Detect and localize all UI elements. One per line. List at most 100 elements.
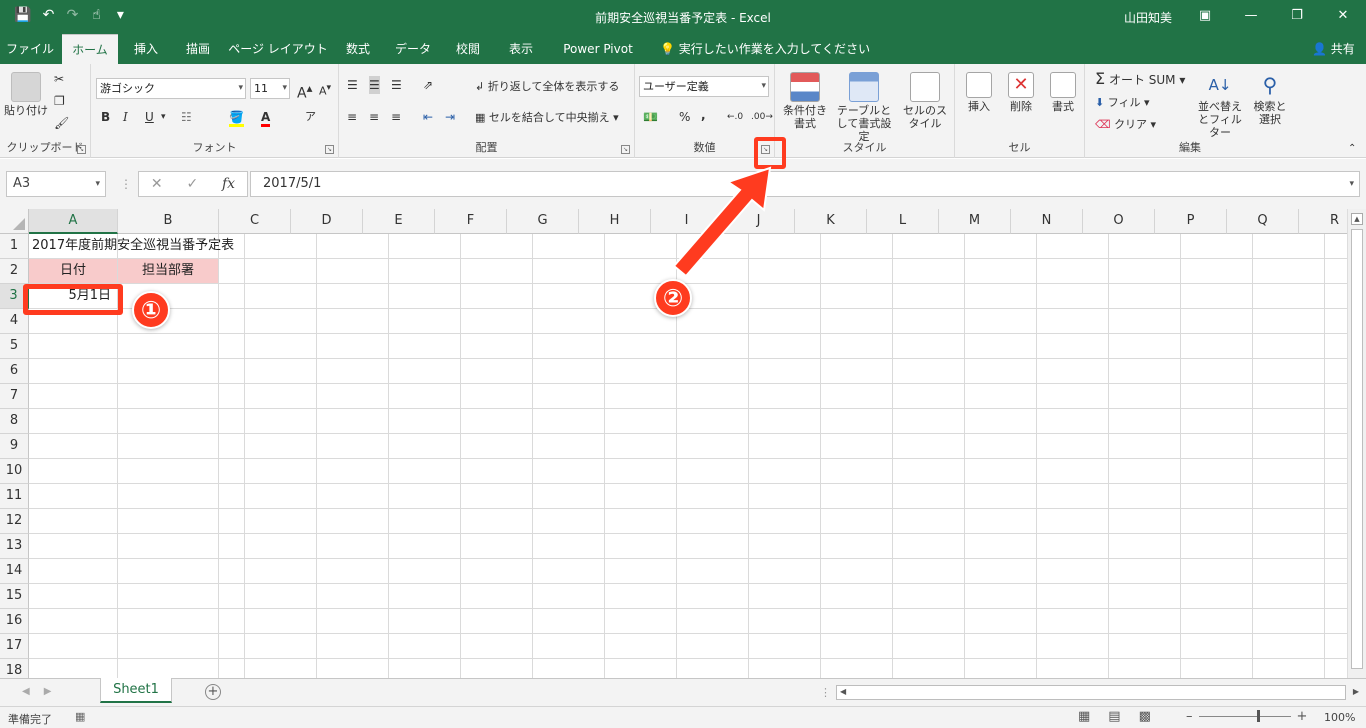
format-cells-button[interactable]: 書式 [1043,72,1083,113]
cancel-entry-icon[interactable]: ✕ [151,176,163,192]
percent-button[interactable]: % [679,108,690,126]
sheet-nav-arrows-icon[interactable]: ◀▶ [22,686,65,697]
column-header-a[interactable]: A [29,209,118,234]
phonetic-icon[interactable]: ア [305,108,316,126]
formula-bar-grip-icon[interactable]: ⋮ [120,177,132,191]
tab-draw[interactable]: 描画 [176,34,220,64]
tab-data[interactable]: データ [388,34,438,64]
share-button[interactable]: 👤 共有 [1312,34,1355,64]
confirm-entry-icon[interactable]: ✓ [186,176,198,192]
cut-icon[interactable]: ✂ [54,70,64,88]
underline-button[interactable]: U [145,108,154,126]
horizontal-scrollbar[interactable]: ◀ ▶ [836,685,1359,700]
cell-a2[interactable]: 日付 [29,259,117,283]
clipboard-launcher-icon[interactable]: ↘ [77,145,86,154]
underline-dropdown-icon[interactable]: ▾ [161,108,166,126]
tab-home[interactable]: ホーム [62,34,118,64]
merge-center-button[interactable]: ▦ セルを結合して中央揃え ▾ [475,109,619,127]
borders-icon[interactable]: ☷ [181,108,192,126]
row-header-10[interactable]: 10 [0,459,29,484]
column-header-p[interactable]: P [1155,209,1227,234]
fill-button[interactable]: ⬇ フィル ▾ [1095,94,1150,112]
italic-button[interactable]: I [123,108,128,126]
font-color-button[interactable]: A [261,108,271,127]
scroll-left-icon[interactable]: ◀ [840,687,846,696]
autosum-button[interactable]: Σ オート SUM ▾ [1095,70,1185,89]
user-name[interactable]: 山田知美 [1124,9,1172,26]
row-header-5[interactable]: 5 [0,334,29,359]
alignment-launcher-icon[interactable]: ↘ [621,145,630,154]
normal-view-icon[interactable]: ▦ [1078,709,1090,724]
row-header-13[interactable]: 13 [0,534,29,559]
shrink-font-button[interactable]: A▾ [319,79,331,101]
ribbon-display-icon[interactable]: ▣ [1182,0,1228,32]
zoom-out-icon[interactable]: – [1186,709,1193,724]
copy-icon[interactable]: ❐ [54,92,65,110]
font-size-select[interactable]: 11 ▾ [250,78,290,99]
tab-review[interactable]: 校閲 [446,34,490,64]
tab-page-layout[interactable]: ページ レイアウト [228,34,328,64]
column-header-d[interactable]: D [291,209,363,234]
page-layout-view-icon[interactable]: ▤ [1108,709,1120,724]
column-header-m[interactable]: M [939,209,1011,234]
minimize-icon[interactable]: — [1228,0,1274,32]
row-header-17[interactable]: 17 [0,634,29,659]
conditional-formatting-button[interactable]: 条件付き書式 [779,72,831,130]
scroll-right-icon[interactable]: ▶ [1353,687,1359,696]
orientation-icon[interactable]: ⇗ [423,76,433,94]
column-header-c[interactable]: C [219,209,291,234]
macro-record-icon[interactable]: ▦ [75,710,85,723]
sort-filter-button[interactable]: A↓ 並べ替えとフィルター [1193,72,1247,139]
row-header-14[interactable]: 14 [0,559,29,584]
zoom-track[interactable] [1198,710,1291,722]
column-header-e[interactable]: E [363,209,435,234]
tab-split-grip-icon[interactable]: ⋮ [820,686,831,699]
column-header-i[interactable]: I [651,209,723,234]
zoom-level[interactable]: 100% [1324,711,1355,724]
clear-button[interactable]: ⌫ クリア ▾ [1095,116,1156,134]
zoom-slider[interactable]: – + [1186,709,1307,724]
row-header-15[interactable]: 15 [0,584,29,609]
tab-file[interactable]: ファイル [6,34,54,64]
collapse-ribbon-icon[interactable]: ⌃ [1348,140,1356,158]
row-header-9[interactable]: 9 [0,434,29,459]
tab-view[interactable]: 表示 [498,34,544,64]
row-header-16[interactable]: 16 [0,609,29,634]
column-header-q[interactable]: Q [1227,209,1299,234]
column-header-h[interactable]: H [579,209,651,234]
row-header-18[interactable]: 18 [0,659,29,678]
row-header-12[interactable]: 12 [0,509,29,534]
increase-indent-icon[interactable]: ⇥ [445,108,455,126]
zoom-thumb[interactable] [1256,710,1260,722]
fill-color-icon[interactable]: 🪣 [229,108,244,127]
row-header-11[interactable]: 11 [0,484,29,509]
restore-icon[interactable]: ❐ [1274,0,1320,32]
align-center-icon[interactable]: ≡ [369,108,379,126]
column-header-f[interactable]: F [435,209,507,234]
column-header-j[interactable]: J [723,209,795,234]
grow-font-button[interactable]: A▴ [297,79,312,103]
wrap-text-button[interactable]: ↲ 折り返して全体を表示する [475,78,619,96]
find-select-button[interactable]: ⚲ 検索と選択 [1249,72,1291,126]
insert-function-button[interactable]: fx [222,176,235,192]
column-header-o[interactable]: O [1083,209,1155,234]
increase-decimal-icon[interactable]: ←.0 [727,108,743,126]
align-left-icon[interactable]: ≡ [347,108,357,126]
paste-button[interactable]: 貼り付け [4,72,48,117]
scroll-up-icon[interactable]: ▲ [1351,213,1363,225]
row-header-6[interactable]: 6 [0,359,29,384]
formula-input[interactable]: 2017/5/1 ▾ [250,171,1360,197]
column-header-g[interactable]: G [507,209,579,234]
row-header-8[interactable]: 8 [0,409,29,434]
row-header-7[interactable]: 7 [0,384,29,409]
bold-button[interactable]: B [101,108,110,126]
align-bottom-icon[interactable]: ☰ [391,76,402,94]
format-as-table-button[interactable]: テーブルとして書式設定 [833,72,895,143]
zoom-in-icon[interactable]: + [1297,709,1308,724]
align-top-icon[interactable]: ☰ [347,76,358,94]
close-icon[interactable]: ✕ [1320,0,1366,32]
decrease-indent-icon[interactable]: ⇤ [423,108,433,126]
cell-styles-button[interactable]: セルのスタイル [899,72,951,130]
vertical-scrollbar[interactable]: ▲ [1347,209,1366,678]
name-box[interactable]: A3 ▾ [6,171,106,197]
